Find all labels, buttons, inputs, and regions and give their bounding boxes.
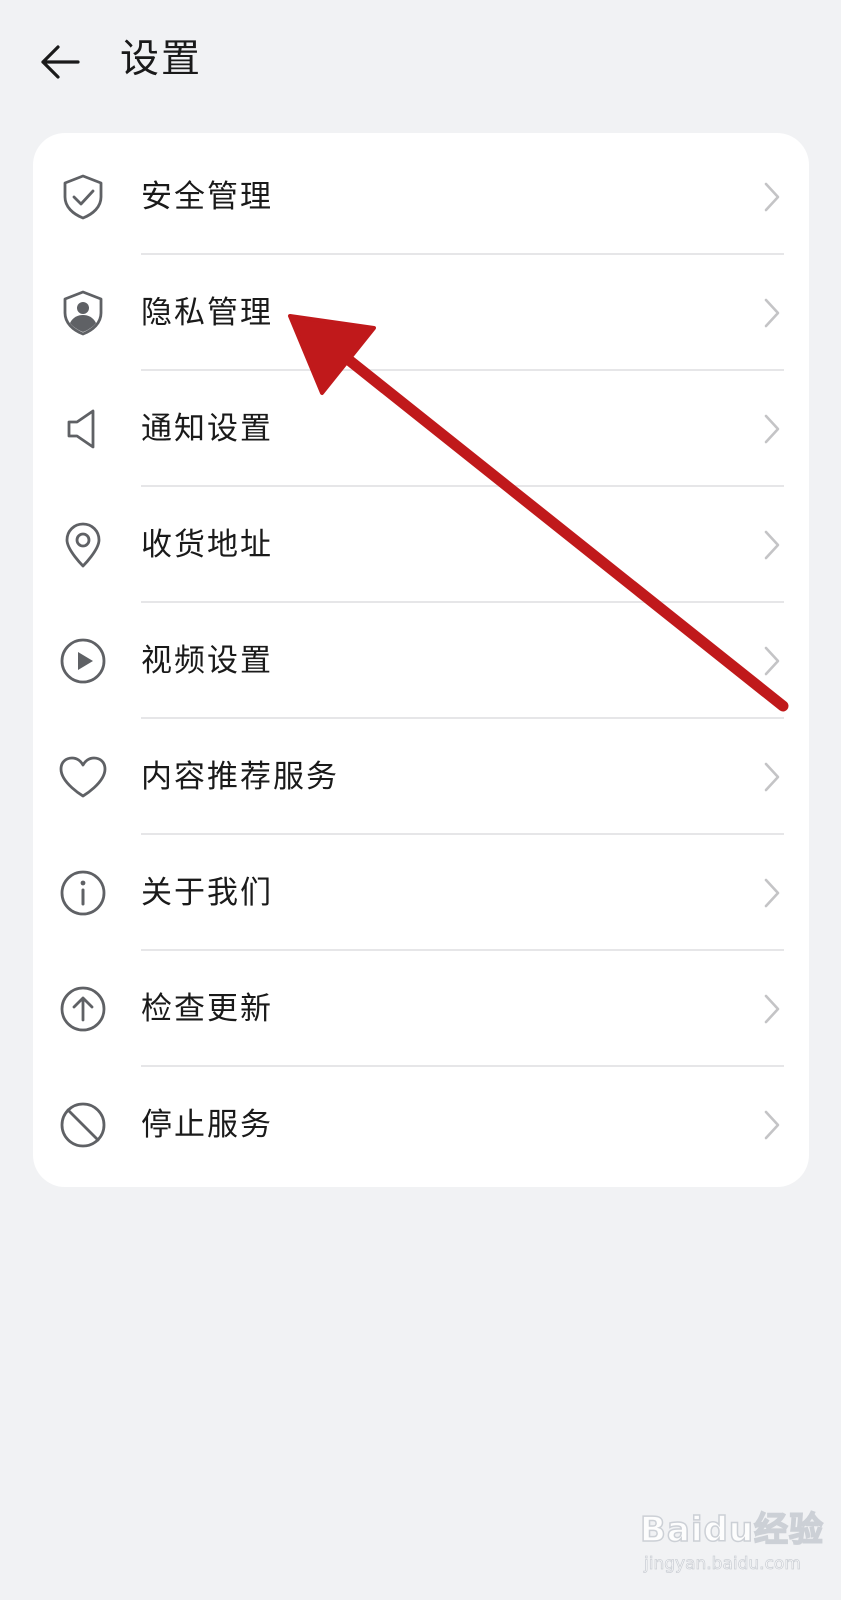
chevron-right-icon <box>761 993 783 1025</box>
settings-item-video[interactable]: 视频设置 <box>33 603 809 719</box>
arrow-up-circle-icon <box>57 983 109 1035</box>
settings-card: 安全管理 隐私管理 通知设置 收货地址 视频设置 内容推荐服务 关于我们 检查更… <box>33 133 809 1187</box>
chevron-right-icon <box>761 413 783 445</box>
settings-item-security[interactable]: 安全管理 <box>33 139 809 255</box>
watermark-logo-text: Baidu经验 <box>639 1509 825 1551</box>
chevron-right-icon <box>761 877 783 909</box>
settings-item-label: 安全管理 <box>141 179 273 215</box>
header: 设置 <box>0 0 841 120</box>
settings-item-label: 关于我们 <box>141 875 273 911</box>
shield-check-icon <box>57 171 109 223</box>
prohibited-icon <box>57 1099 109 1151</box>
settings-item-privacy[interactable]: 隐私管理 <box>33 255 809 371</box>
speaker-icon <box>57 403 109 455</box>
settings-item-address[interactable]: 收货地址 <box>33 487 809 603</box>
settings-item-notifications[interactable]: 通知设置 <box>33 371 809 487</box>
chevron-right-icon <box>761 1109 783 1141</box>
page-title: 设置 <box>120 37 203 82</box>
back-button[interactable] <box>32 34 88 90</box>
settings-item-stop-service[interactable]: 停止服务 <box>33 1067 809 1183</box>
shield-user-icon <box>57 287 109 339</box>
settings-item-label: 隐私管理 <box>141 295 273 331</box>
watermark-url: jingyan.baidu.com <box>644 1554 802 1575</box>
chevron-right-icon <box>761 761 783 793</box>
chevron-right-icon <box>761 529 783 561</box>
arrow-left-icon <box>41 45 80 79</box>
chevron-right-icon <box>761 645 783 677</box>
settings-item-label: 通知设置 <box>141 411 273 447</box>
settings-item-label: 检查更新 <box>141 991 273 1027</box>
settings-item-label: 停止服务 <box>141 1107 273 1143</box>
settings-item-recommendations[interactable]: 内容推荐服务 <box>33 719 809 835</box>
settings-item-label: 视频设置 <box>141 643 273 679</box>
chevron-right-icon <box>761 297 783 329</box>
settings-item-check-update[interactable]: 检查更新 <box>33 951 809 1067</box>
settings-item-label: 内容推荐服务 <box>141 759 339 795</box>
location-pin-icon <box>57 519 109 571</box>
heart-icon <box>57 751 109 803</box>
settings-item-label: 收货地址 <box>141 527 273 563</box>
info-icon <box>57 867 109 919</box>
chevron-right-icon <box>761 181 783 213</box>
play-circle-icon <box>57 635 109 687</box>
baidu-jingyan-watermark: Baidu经验 jingyan.baidu.com <box>639 1509 830 1590</box>
settings-item-about[interactable]: 关于我们 <box>33 835 809 951</box>
